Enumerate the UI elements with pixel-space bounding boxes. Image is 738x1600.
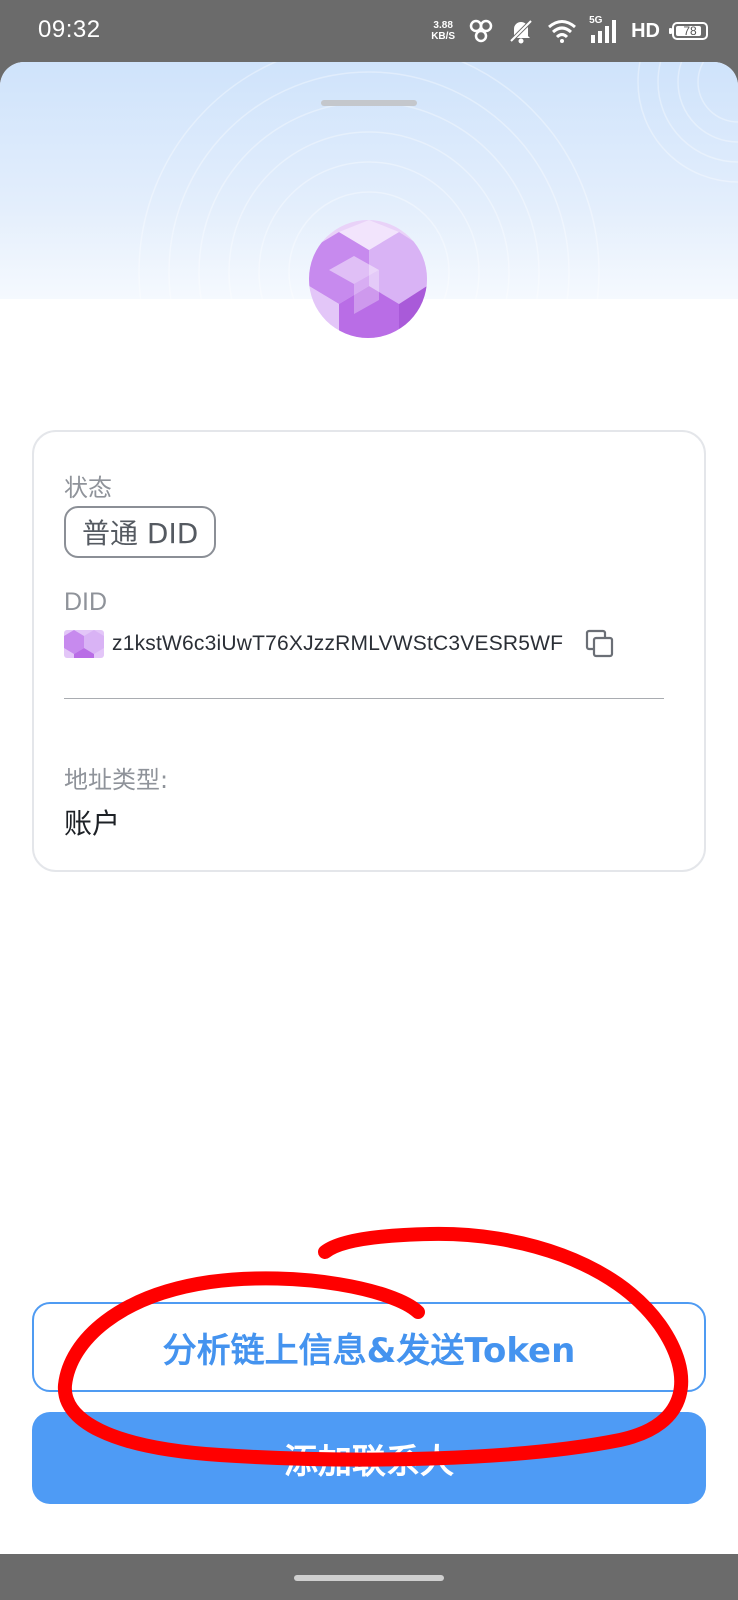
- sheet-drag-handle[interactable]: [321, 100, 417, 106]
- status-label: 状态: [64, 474, 112, 502]
- did-label: DID: [64, 588, 108, 616]
- analyze-send-token-button[interactable]: 分析链上信息&发送Token: [32, 1302, 706, 1392]
- status-time: 09:32: [38, 16, 101, 43]
- status-bar: 09:32 3.88 KB/S 5G HD 78: [0, 0, 738, 62]
- network-speed: 3.88 KB/S: [431, 20, 455, 42]
- contact-detail-sheet: 状态 普通 DID DID z1kstW6c3iUwT76XJzzRMLVWSt…: [0, 62, 738, 1554]
- battery-percent: 78: [683, 24, 697, 38]
- address-type-value: 账户: [64, 807, 121, 840]
- did-row: z1kstW6c3iUwT76XJzzRMLVWStC3VESR5WF: [64, 627, 615, 661]
- address-type-label: 地址类型:: [64, 766, 169, 794]
- cellular-icon: [591, 20, 617, 43]
- status-badge: 普通 DID: [64, 506, 217, 558]
- status-icons: 3.88 KB/S 5G HD 78: [431, 14, 708, 48]
- network-speed-value: 3.88: [433, 20, 453, 31]
- hd-label: HD: [631, 19, 660, 42]
- mute-icon: [509, 19, 533, 44]
- card-divider: [64, 698, 664, 699]
- home-indicator[interactable]: [294, 1575, 444, 1581]
- did-mini-avatar: [64, 630, 104, 658]
- wifi-icon: [548, 20, 577, 43]
- copy-icon[interactable]: [585, 629, 615, 659]
- did-info-card: 状态 普通 DID DID z1kstW6c3iUwT76XJzzRMLVWSt…: [32, 430, 706, 872]
- battery-icon: 78: [669, 22, 708, 40]
- did-avatar: [309, 220, 427, 338]
- add-contact-button[interactable]: 添加联系人: [32, 1412, 706, 1504]
- did-value: z1kstW6c3iUwT76XJzzRMLVWStC3VESR5WF: [112, 632, 564, 655]
- cellular-indicator: 5G: [589, 15, 619, 45]
- network-speed-unit: KB/S: [431, 31, 456, 42]
- network-icon: [469, 19, 493, 43]
